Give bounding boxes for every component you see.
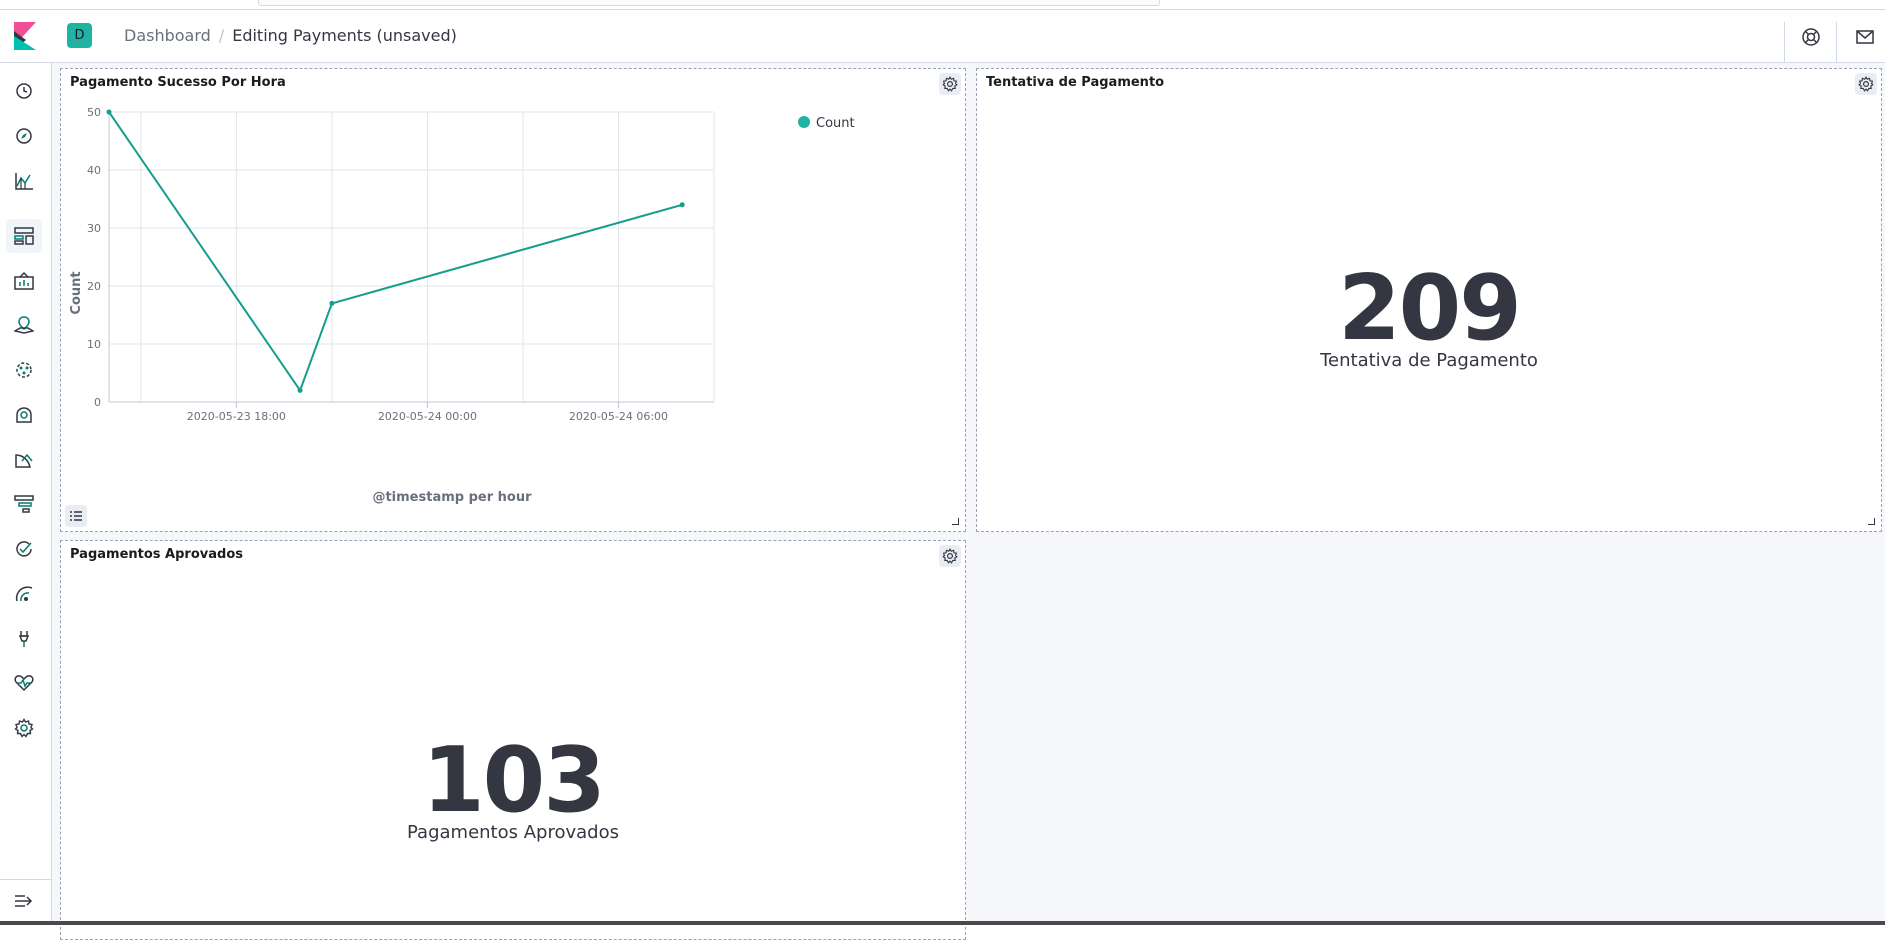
y-axis-label: Count: [69, 271, 84, 314]
bottom-bar: [0, 921, 1885, 925]
nav-divider: [0, 879, 51, 880]
metric-label: Tentativa de Pagamento: [1320, 350, 1538, 371]
series-line-count: [108, 111, 683, 393]
visualize-icon[interactable]: [12, 169, 36, 193]
metric-display: 209 Tentativa de Pagamento: [977, 256, 1881, 372]
resize-handle[interactable]: [1868, 518, 1875, 525]
breadcrumb: Dashboard / Editing Payments (unsaved): [124, 26, 457, 45]
data-point: [679, 202, 685, 208]
list-icon: [70, 511, 82, 521]
legend-swatch: [798, 116, 810, 128]
x-tick-label: 2020-05-24 00:00: [378, 410, 477, 423]
x-tick-label: 2020-05-23 18:00: [187, 410, 286, 423]
panel-options-button[interactable]: [939, 545, 961, 567]
gear-icon: [1858, 76, 1874, 92]
metric-label: Pagamentos Aprovados: [407, 822, 619, 843]
panel-line-chart[interactable]: Pagamento Sucesso Por Hora 0 10 20 30 40 50 20…: [60, 68, 966, 532]
compass-icon[interactable]: [12, 124, 36, 148]
y-tick-label: 20: [87, 280, 101, 293]
panel-tentativa-metric[interactable]: Tentativa de Pagamento 209 Tentativa de …: [976, 68, 1882, 532]
space-avatar[interactable]: D: [67, 23, 92, 48]
metric-value: 209: [1338, 256, 1522, 361]
top-strip: [0, 0, 1885, 10]
data-point: [106, 109, 112, 115]
breadcrumb-dashboard-link[interactable]: Dashboard: [124, 26, 211, 45]
siem-icon[interactable]: [12, 582, 36, 606]
y-tick-label: 40: [87, 164, 101, 177]
breadcrumb-separator: /: [218, 26, 225, 45]
ml-icon[interactable]: [12, 358, 36, 382]
x-tick-label: 2020-05-24 06:00: [569, 410, 668, 423]
legend-toggle-button[interactable]: [65, 505, 87, 527]
gear-icon: [942, 548, 958, 564]
uptime-icon[interactable]: [12, 537, 36, 561]
y-tick-label: 30: [87, 222, 101, 235]
data-point: [329, 300, 335, 306]
data-point: [297, 387, 303, 393]
header-divider: [1836, 22, 1837, 66]
clock-icon[interactable]: [12, 79, 36, 103]
canvas-icon[interactable]: [12, 269, 36, 293]
y-tick-label: 50: [87, 106, 101, 119]
header-bar: D Dashboard / Editing Payments (unsaved): [0, 10, 1885, 66]
apm-icon[interactable]: [12, 492, 36, 516]
browser-tab-strip: [258, 0, 1160, 6]
panel-title: Tentativa de Pagamento: [986, 75, 1165, 90]
y-tick-label: 10: [87, 338, 101, 351]
management-icon[interactable]: [12, 716, 36, 740]
y-tick-label: 0: [94, 396, 101, 409]
kibana-logo-icon[interactable]: [14, 22, 36, 50]
header-divider: [1784, 22, 1785, 66]
dashboard-icon[interactable]: [6, 219, 42, 253]
legend-label[interactable]: Count: [816, 116, 855, 131]
logs-icon[interactable]: [12, 448, 36, 472]
help-icon[interactable]: [1801, 27, 1821, 47]
mail-icon[interactable]: [1855, 27, 1875, 47]
line-chart[interactable]: 0 10 20 30 40 50 2020-05-23 18:00 2020-05-24 00…: [61, 69, 965, 531]
breadcrumb-current: Editing Payments (unsaved): [232, 26, 457, 45]
x-axis-label: @timestamp per hour: [372, 490, 532, 505]
side-navigation: [0, 63, 52, 925]
maps-icon[interactable]: [12, 313, 36, 337]
panel-options-button[interactable]: [1855, 73, 1877, 95]
resize-handle[interactable]: [952, 518, 959, 525]
panel-title: Pagamentos Aprovados: [70, 547, 243, 562]
dashboard-canvas: Pagamento Sucesso Por Hora 0 10 20 30 40 50 20…: [52, 63, 1885, 940]
devtools-icon[interactable]: [12, 627, 36, 651]
metric-display: 103 Pagamentos Aprovados: [61, 728, 965, 844]
collapse-nav-icon[interactable]: [12, 889, 36, 913]
panel-aprovados-metric[interactable]: Pagamentos Aprovados 103 Pagamentos Apro…: [60, 540, 966, 940]
metric-value: 103: [422, 728, 606, 833]
monitoring-icon[interactable]: [12, 671, 36, 695]
infra-icon[interactable]: [12, 403, 36, 427]
